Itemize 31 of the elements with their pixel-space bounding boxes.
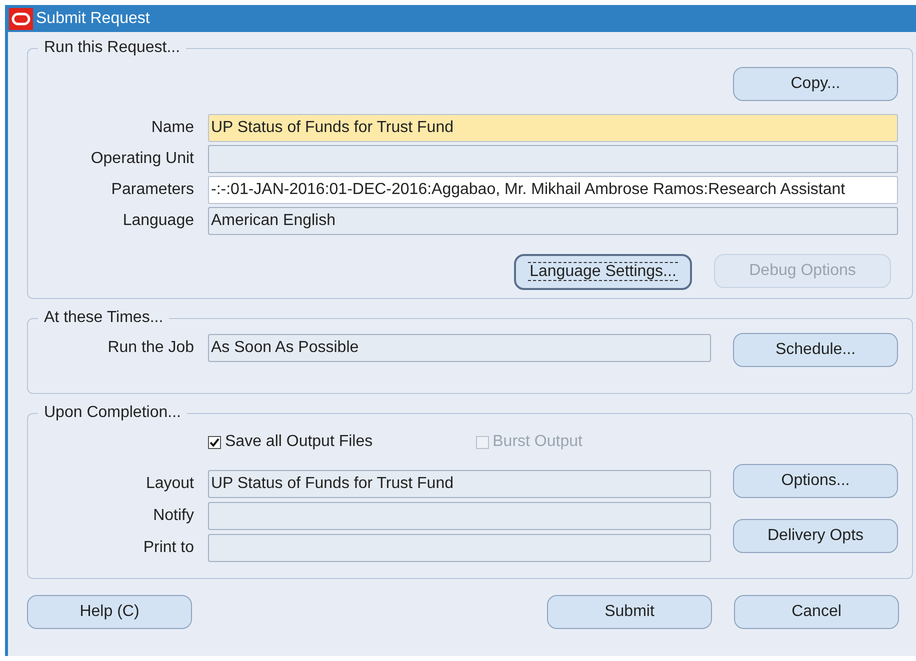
input-field[interactable]: UP Status of Funds for Trust Fund: [208, 470, 711, 498]
field-label: Print to: [142, 538, 194, 558]
button[interactable]: Options...: [733, 464, 898, 498]
field-label: Notify: [152, 506, 194, 526]
field-label: Parameters: [110, 180, 194, 200]
input-field[interactable]: UP Status of Funds for Trust Fund: [208, 114, 898, 142]
group-title: Run this Request...: [43, 39, 182, 57]
button[interactable]: Submit: [547, 595, 712, 629]
button[interactable]: Schedule...: [733, 333, 898, 367]
input-field[interactable]: American English: [208, 207, 898, 235]
button[interactable]: Copy...: [733, 67, 898, 101]
input-field[interactable]: As Soon As Possible: [208, 334, 711, 362]
checkmark-icon: [209, 436, 220, 448]
button[interactable]: Delivery Opts: [733, 519, 898, 553]
checkbox[interactable]: Save all Output Files: [208, 432, 373, 452]
input-field[interactable]: [208, 502, 711, 530]
field-label: Operating Unit: [90, 149, 194, 169]
group-title: Upon Completion...: [43, 404, 182, 422]
app-logo-icon: [9, 8, 33, 30]
input-field[interactable]: [208, 534, 711, 562]
field-label: Layout: [144, 474, 194, 494]
field-label: Name: [150, 118, 194, 138]
window-title: Submit Request: [36, 8, 150, 28]
button[interactable]: Cancel: [734, 595, 899, 629]
button[interactable]: Help (C): [27, 595, 192, 629]
input-field[interactable]: [208, 145, 898, 173]
group-title: At these Times...: [43, 309, 164, 327]
input-field[interactable]: -:-:01-JAN-2016:01-DEC-2016:Aggabao, Mr. Mikhail Ambrose Ramos:Research Assistant: [208, 176, 898, 204]
button[interactable]: Language Settings...: [514, 254, 692, 290]
field-label: Language: [122, 211, 194, 231]
field-label: Run the Job: [106, 338, 194, 358]
